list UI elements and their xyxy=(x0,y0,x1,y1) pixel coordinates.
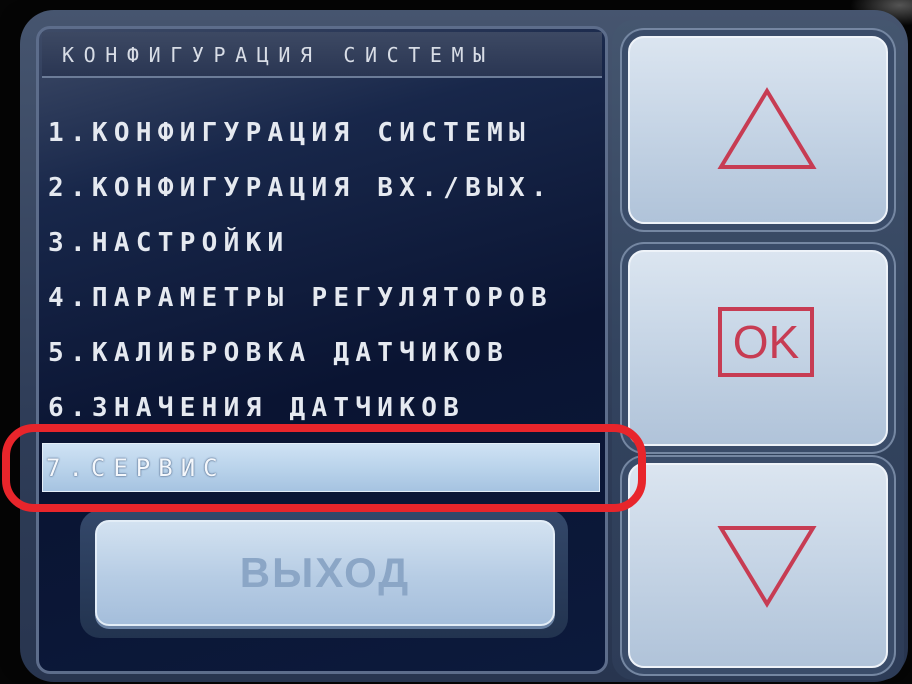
scroll-down-button[interactable] xyxy=(628,463,888,668)
annotation-highlight-box xyxy=(2,424,646,512)
menu-item-settings[interactable]: 3.НАСТРОЙКИ xyxy=(42,216,600,271)
ok-button-label: OK xyxy=(718,307,814,377)
exit-button[interactable]: ВЫХОД xyxy=(95,520,555,626)
page-title: КОНФИГУРАЦИЯ СИСТЕМЫ xyxy=(62,43,495,67)
triangle-up-icon xyxy=(717,86,817,172)
exit-button-label: ВЫХОД xyxy=(239,549,411,596)
triangle-down-icon xyxy=(717,523,817,609)
scroll-up-button[interactable] xyxy=(628,36,888,224)
menu-item-system-configuration[interactable]: 1.КОНФИГУРАЦИЯ СИСТЕМЫ xyxy=(42,106,600,161)
header-bar: КОНФИГУРАЦИЯ СИСТЕМЫ xyxy=(42,32,602,78)
menu-item-controller-parameters[interactable]: 4.ПАРАМЕТРЫ РЕГУЛЯТОРОВ xyxy=(42,271,600,326)
ok-button[interactable]: OK xyxy=(628,250,888,446)
menu-item-io-configuration[interactable]: 2.КОНФИГУРАЦИЯ ВХ./ВЫХ. xyxy=(42,161,600,216)
menu-item-sensor-calibration[interactable]: 5.КАЛИБРОВКА ДАТЧИКОВ xyxy=(42,326,600,381)
